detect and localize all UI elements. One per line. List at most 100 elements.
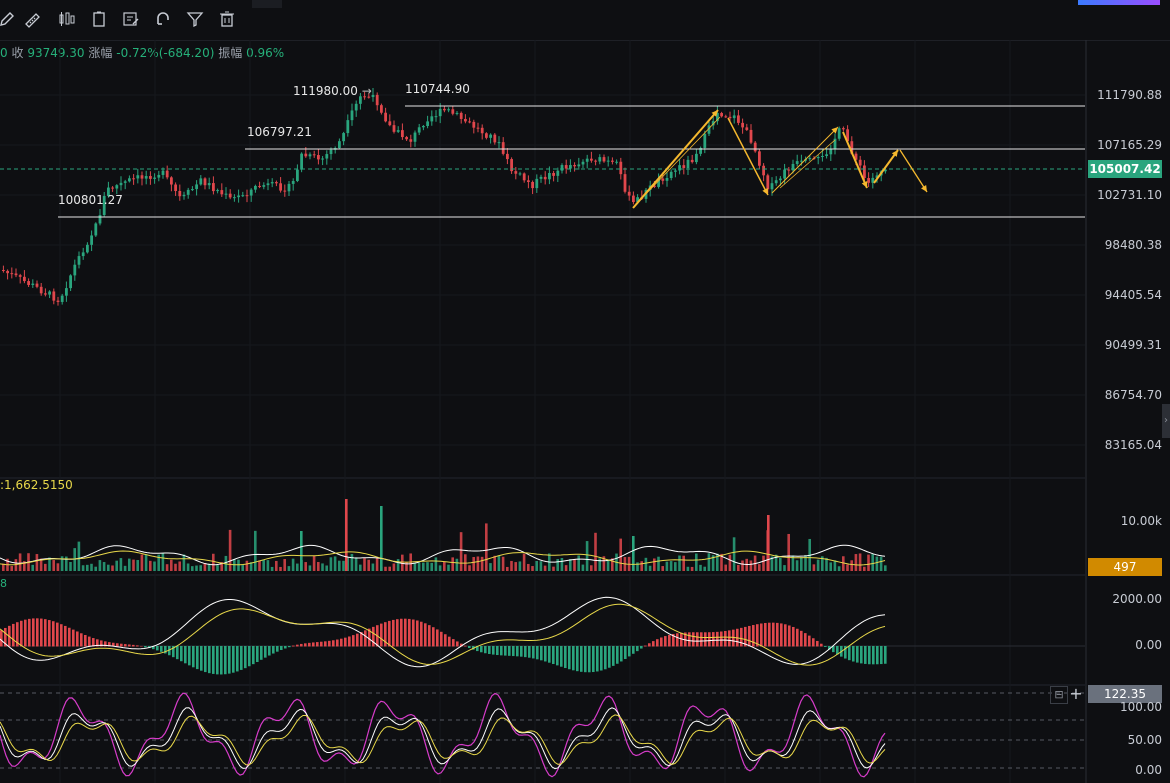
macd-histogram-bar	[468, 646, 471, 649]
candle	[518, 173, 522, 175]
volume-bar	[178, 561, 181, 571]
volume-series	[0, 499, 887, 571]
macd-histogram-bar	[548, 646, 551, 663]
candle	[31, 283, 35, 285]
volume-bar	[241, 565, 244, 571]
macd-histogram-bar	[696, 632, 699, 647]
volume-bar	[262, 559, 265, 571]
macd-histogram-bar	[432, 627, 435, 647]
macd-histogram-bar	[92, 638, 95, 647]
volume-bar	[867, 554, 870, 571]
price-axis-tick: 83165.04	[1104, 438, 1162, 452]
candle	[388, 121, 392, 126]
volume-bar	[10, 565, 13, 571]
candle	[455, 112, 459, 114]
candle	[86, 244, 89, 253]
candle	[199, 178, 203, 185]
rsi-series	[0, 692, 886, 778]
price-chart[interactable]	[0, 0, 1170, 783]
volume-bar	[510, 560, 513, 571]
candle	[392, 125, 396, 132]
volume-bar	[128, 558, 131, 571]
candle	[787, 169, 791, 171]
volume-bar	[111, 565, 114, 571]
volume-bar	[350, 553, 354, 571]
price-axis-tick: 102731.10	[1097, 188, 1162, 202]
macd-histogram-bar	[404, 618, 407, 647]
macd-histogram-bar	[716, 631, 719, 647]
volume-bar	[342, 560, 345, 571]
indicator-add-button[interactable]: +	[1068, 686, 1084, 702]
volume-bar	[199, 565, 202, 571]
macd-histogram-bar	[120, 643, 123, 647]
candle	[426, 121, 429, 126]
volume-bar	[707, 553, 711, 571]
macd-histogram-bar	[652, 641, 655, 647]
macd-histogram-bar	[824, 646, 827, 647]
candle	[573, 165, 576, 167]
macd-histogram-bar	[256, 646, 259, 662]
volume-bar	[380, 506, 383, 571]
indicator-minimize-button[interactable]: ⊟	[1050, 686, 1068, 704]
volume-bar	[270, 566, 274, 571]
candle	[123, 181, 127, 183]
macd-histogram-bar	[180, 646, 183, 662]
volume-bar	[443, 561, 446, 571]
macd-histogram-bar	[632, 646, 635, 654]
macd-histogram-bar	[556, 646, 559, 666]
volume-bar	[594, 532, 597, 571]
macd-histogram-bar	[124, 644, 127, 647]
macd-histogram-bar	[760, 623, 763, 647]
candle	[291, 181, 295, 184]
collapse-panel-handle[interactable]: ›	[1162, 404, 1170, 438]
macd-histogram-bar	[72, 629, 75, 647]
volume-bar	[90, 563, 93, 571]
trend-arrow	[771, 126, 839, 194]
volume-bar	[585, 541, 589, 571]
macd-histogram-bar	[52, 621, 55, 647]
volume-bar	[296, 563, 299, 571]
volume-bar	[333, 556, 337, 571]
candle	[627, 191, 631, 196]
macd-histogram-bar	[608, 646, 611, 668]
volume-bar	[514, 562, 517, 571]
macd-histogram-bar	[796, 628, 799, 647]
macd-histogram-bar	[208, 646, 211, 674]
volume-bar	[291, 558, 295, 571]
volume-bar	[619, 538, 622, 571]
macd-histogram-bar	[312, 642, 315, 647]
candle	[548, 173, 551, 180]
candle	[615, 161, 618, 163]
macd-histogram-bar	[388, 620, 391, 647]
candle	[233, 197, 236, 199]
candle	[535, 178, 539, 189]
volume-bar	[329, 557, 333, 571]
candle	[342, 133, 345, 142]
macd-histogram-bar	[44, 619, 47, 647]
candle	[6, 270, 9, 274]
candle	[476, 127, 480, 129]
candle	[459, 112, 463, 119]
macd-histogram-bar	[408, 618, 411, 647]
macd-histogram-bar	[664, 636, 667, 647]
volume-bar	[522, 553, 526, 571]
macd-histogram-bar	[356, 633, 359, 647]
volume-bar	[153, 561, 156, 571]
macd-histogram-bar	[532, 646, 535, 659]
macd-histogram-bar	[572, 646, 575, 671]
macd-histogram-bar	[496, 646, 499, 656]
macd-histogram-bar	[612, 646, 615, 666]
candle	[237, 195, 240, 198]
volume-bar	[678, 555, 681, 571]
macd-histogram-bar	[452, 639, 455, 647]
candle	[262, 185, 266, 187]
macd-histogram-bar	[872, 646, 875, 665]
macd-histogram-bar	[692, 632, 695, 647]
candle	[737, 115, 740, 123]
macd-histogram-bar	[380, 623, 383, 647]
candle	[115, 185, 119, 189]
volume-bar	[501, 556, 505, 571]
macd-histogram-bar	[212, 646, 215, 674]
candle	[157, 174, 161, 178]
macd-histogram-bar	[540, 646, 543, 661]
